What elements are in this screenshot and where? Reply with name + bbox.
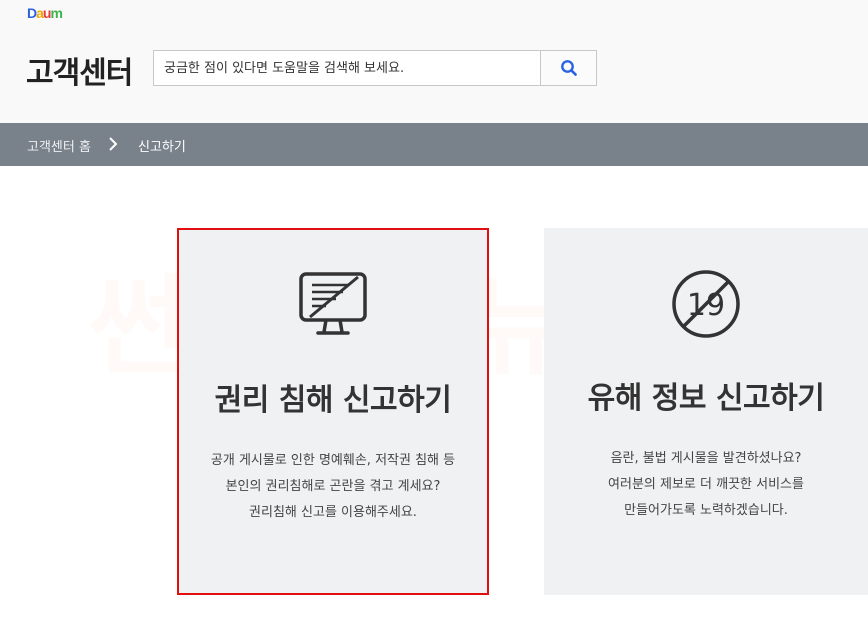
rights-infringement-report-card[interactable]: 권리 침해 신고하기 공개 게시물로 인한 명예훼손, 저작권 침해 등 본인의… [177,228,489,595]
breadcrumb-current: 신고하기 [138,140,186,155]
card-description: 음란, 불법 게시물을 발견하셨나요? 여러분의 제보로 더 깨끗한 서비스를 … [544,446,868,524]
description-line: 권리침해 신고를 이용해주세요. [249,505,417,520]
logo-letter: m [50,5,62,21]
search-input[interactable] [154,51,541,85]
harmful-info-report-card[interactable]: 19 유해 정보 신고하기 음란, 불법 게시물을 발견하셨나요? 여러분의 제… [544,228,868,595]
header: Daum 고객센터 [0,0,868,123]
logo-letter: a [36,5,44,21]
page-title: 고객센터 [26,56,133,91]
card-description: 공개 게시물로 인한 명예훼손, 저작권 침해 등 본인의 권리침해로 곤란을 … [179,448,487,526]
breadcrumb: 고객센터 홈 신고하기 [0,123,868,166]
breadcrumb-home-link[interactable]: 고객센터 홈 [27,136,91,155]
description-line: 음란, 불법 게시물을 발견하셨나요? [610,451,802,466]
search-box [153,50,597,86]
monitor-icon [299,272,367,335]
search-button[interactable] [540,51,596,85]
no-19-icon: 19 [672,270,740,338]
logo-letter: D [27,5,37,21]
card-title: 권리 침해 신고하기 [214,383,452,418]
description-line: 본인의 권리침해로 곤란을 겪고 계세요? [225,479,441,494]
card-title: 유해 정보 신고하기 [587,381,825,416]
search-icon [560,60,577,76]
chevron-right-icon [109,137,118,151]
description-line: 공개 게시물로 인한 명예훼손, 저작권 침해 등 [210,453,456,468]
daum-logo[interactable]: Daum [27,5,63,21]
description-line: 만들어가도록 노력하겠습니다. [624,503,788,518]
description-line: 여러분의 제보로 더 깨끗한 서비스를 [608,477,804,492]
